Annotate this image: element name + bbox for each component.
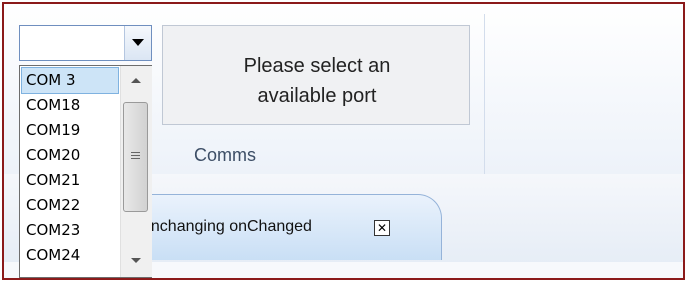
grip-line: [131, 155, 140, 156]
comms-group-label: Comms: [194, 145, 256, 165]
list-item[interactable]: COM22: [22, 193, 118, 218]
tab-label: onchanging onChanged: [142, 218, 312, 235]
list-item[interactable]: COM23: [22, 218, 118, 243]
select-port-button-label: Please select an available port: [243, 55, 391, 107]
dropdown-arrow-button[interactable]: [124, 26, 151, 60]
scroll-down-arrow-icon[interactable]: [131, 258, 141, 263]
scrollbar-thumb[interactable]: [123, 102, 148, 212]
list-item[interactable]: COM18: [22, 93, 118, 118]
window-frame: Please select an available port Comms on…: [2, 2, 685, 280]
list-item[interactable]: COM20: [22, 143, 118, 168]
list-item[interactable]: COM19: [22, 118, 118, 143]
ribbon-separator: [484, 14, 485, 174]
chevron-down-icon: [132, 39, 144, 46]
list-item[interactable]: COM24: [22, 243, 118, 268]
grip-line: [131, 158, 140, 159]
list-item[interactable]: COM21: [22, 168, 118, 193]
port-combobox[interactable]: [19, 25, 152, 61]
port-dropdown-list[interactable]: COM 3 COM18 COM19 COM20 COM21 COM22 COM2…: [19, 65, 152, 278]
grip-line: [131, 152, 140, 153]
select-port-button[interactable]: Please select an available port: [162, 25, 470, 125]
list-item[interactable]: COM 3: [21, 67, 119, 94]
close-icon[interactable]: ✕: [374, 220, 390, 236]
scroll-up-arrow-icon[interactable]: [131, 78, 141, 83]
dropdown-scrollbar[interactable]: [120, 66, 152, 277]
